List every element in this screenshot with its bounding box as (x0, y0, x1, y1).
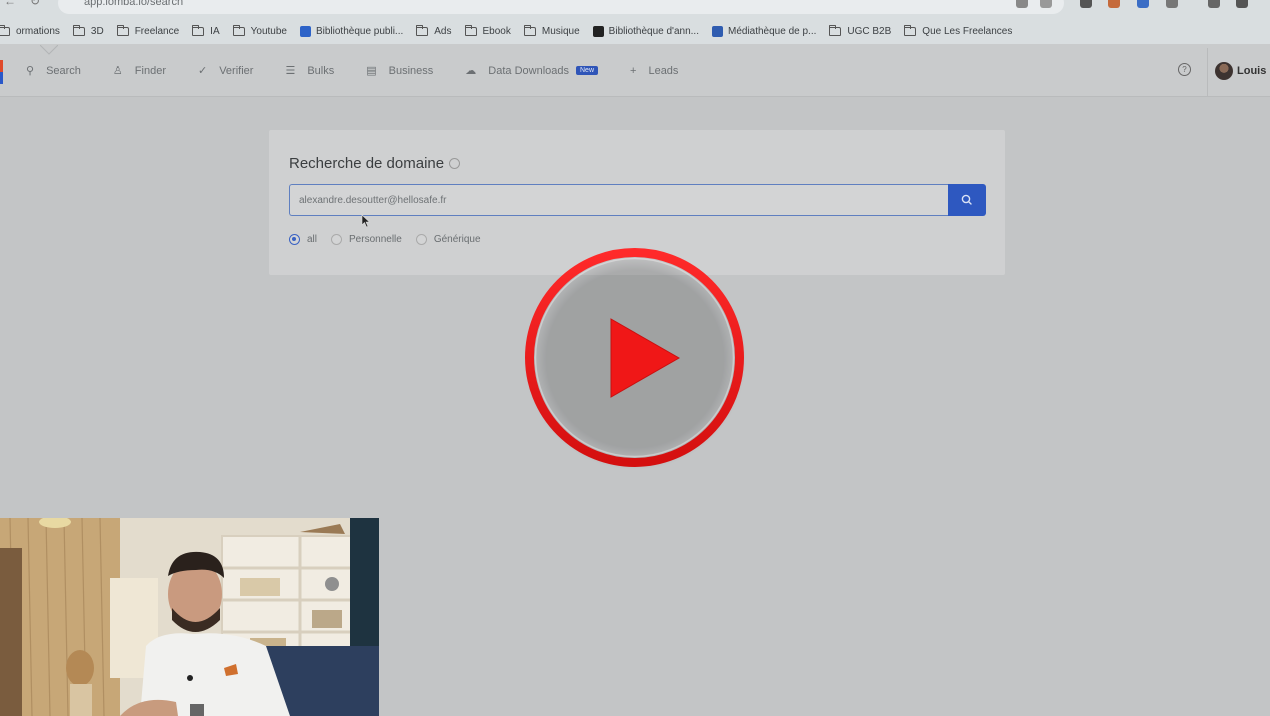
domain-search-input[interactable] (289, 184, 949, 216)
radio-all[interactable] (289, 234, 300, 245)
address-bar[interactable] (58, 0, 1064, 14)
bookmark-item[interactable]: Bibliothèque d'ann... (592, 25, 699, 37)
folder-icon (192, 24, 205, 36)
user-name[interactable]: Louis (1237, 65, 1266, 77)
bookmark-label: Ads (434, 25, 452, 37)
nav-item-label: Search (46, 64, 81, 77)
extension-icon[interactable] (1080, 0, 1092, 8)
list-icon: ☰ (285, 65, 296, 77)
bookmark-label: Bibliothèque d'ann... (608, 25, 699, 37)
bookmark-label: Médiathèque de p... (727, 25, 817, 37)
meta-icon (299, 25, 311, 37)
email-type-filter: all Personnelle Générique (289, 234, 495, 245)
extension-icon[interactable] (1137, 0, 1149, 8)
new-badge: New (576, 66, 599, 75)
calendar-icon: ▤ (366, 65, 377, 77)
nav-item-data-downloads[interactable]: ☁ Data Downloads New (465, 64, 599, 77)
folder-icon (116, 24, 129, 36)
bookmark-label: UGC B2B (847, 25, 892, 37)
nav-item-label: Verifier (219, 64, 254, 77)
nav-item-label: Bulks (307, 64, 335, 77)
nav-item-search[interactable]: ⚲ Search (26, 64, 81, 78)
folder-icon (416, 24, 429, 36)
nav-item-label: Finder (134, 64, 166, 77)
video-play-button[interactable] (523, 245, 746, 470)
webcam-video (0, 518, 379, 716)
bookmark-item[interactable]: Ebook (464, 24, 511, 37)
cloud-icon: ☁ (465, 65, 477, 77)
bookmark-item[interactable]: Freelance (116, 24, 180, 37)
info-icon[interactable] (449, 158, 461, 169)
bookmark-item[interactable]: ormations (0, 24, 60, 37)
nav-item-bulks[interactable]: ☰ Bulks (285, 64, 335, 78)
nav-item-verifier[interactable]: ✓ Verifier (197, 64, 254, 78)
avatar[interactable] (1215, 62, 1233, 80)
extension-icon[interactable] (1208, 0, 1220, 8)
bookmark-star-icon[interactable] (1040, 0, 1052, 8)
nav-item-label: Leads (648, 64, 679, 77)
plus-icon: + (630, 64, 637, 77)
bookmark-item[interactable]: Que Les Freelances (904, 24, 1013, 37)
bookmark-label: 3D (90, 25, 104, 37)
nav-item-label: Business (388, 64, 434, 77)
bookmark-item[interactable]: Bibliothèque publi... (299, 25, 404, 37)
nav-item-finder[interactable]: ♙ Finder (112, 64, 166, 78)
folder-icon (904, 24, 917, 36)
check-icon: ✓ (197, 65, 208, 77)
help-icon[interactable]: ? (1178, 63, 1191, 76)
main-nav: ⚲ Search ♙ Finder ✓ Verifier ☰ Bulks ▤ Business ☁ D… (26, 44, 710, 97)
bookmark-item[interactable]: Ads (416, 24, 452, 37)
bookmark-label: Musique (541, 25, 580, 37)
bookmark-item[interactable]: Médiathèque de p... (711, 25, 817, 37)
bookmark-label: Youtube (250, 25, 287, 37)
folder-icon (72, 24, 85, 36)
reload-icon[interactable]: ↻ (30, 0, 40, 8)
cast-icon[interactable] (1016, 0, 1028, 8)
bookmark-label: Que Les Freelances (922, 25, 1013, 37)
bookmark-item[interactable]: UGC B2B (829, 24, 892, 37)
folder-icon (464, 24, 477, 36)
bookmark-label: Bibliothèque publi... (315, 25, 404, 37)
nav-item-leads[interactable]: + Leads (630, 65, 678, 77)
sidebar-icon[interactable] (1236, 0, 1248, 8)
brand-logo[interactable] (0, 60, 3, 84)
radio-label[interactable]: all (307, 234, 317, 245)
bookmark-label: IA (210, 25, 220, 37)
card-title: Recherche de domaine (289, 155, 461, 172)
folder-icon (829, 24, 842, 36)
bookmarks-bar: ormations 3D Freelance IA Youtube Bibliothèqu… (0, 18, 1270, 44)
url-text: app.lomba.io/search (84, 0, 184, 8)
back-icon[interactable]: ← (4, 0, 16, 8)
browser-toolbar: ← ↻ app.lomba.io/search (0, 0, 1270, 18)
nav-item-label: Data Downloads (488, 64, 569, 77)
search-icon (961, 194, 972, 205)
folder-icon (523, 24, 536, 36)
tiktok-icon (592, 25, 604, 37)
person-icon: ♙ (112, 65, 123, 77)
linkedin-icon (711, 25, 723, 37)
search-icon: ⚲ (26, 65, 35, 77)
radio-générique[interactable] (415, 234, 427, 245)
bookmark-item[interactable]: Musique (523, 24, 580, 37)
extension-icon[interactable] (1166, 0, 1178, 8)
radio-personnelle[interactable] (331, 234, 343, 245)
bookmark-label: ormations (16, 25, 60, 37)
folder-icon (232, 24, 245, 36)
bookmark-item[interactable]: IA (192, 24, 220, 37)
extension-icon[interactable] (1108, 0, 1120, 8)
bookmark-label: Ebook (482, 25, 511, 37)
bookmark-label: Freelance (134, 25, 180, 37)
header-divider (1207, 48, 1208, 96)
card-title-text: Recherche de domaine (289, 155, 445, 172)
search-button[interactable] (948, 184, 986, 216)
mouse-cursor-icon (361, 214, 371, 228)
folder-icon (0, 24, 10, 36)
radio-label[interactable]: Générique (434, 234, 481, 245)
radio-label[interactable]: Personnelle (349, 234, 402, 245)
bookmark-item[interactable]: 3D (72, 24, 104, 37)
nav-item-business[interactable]: ▤ Business (366, 64, 434, 78)
bookmark-item[interactable]: Youtube (232, 24, 287, 37)
